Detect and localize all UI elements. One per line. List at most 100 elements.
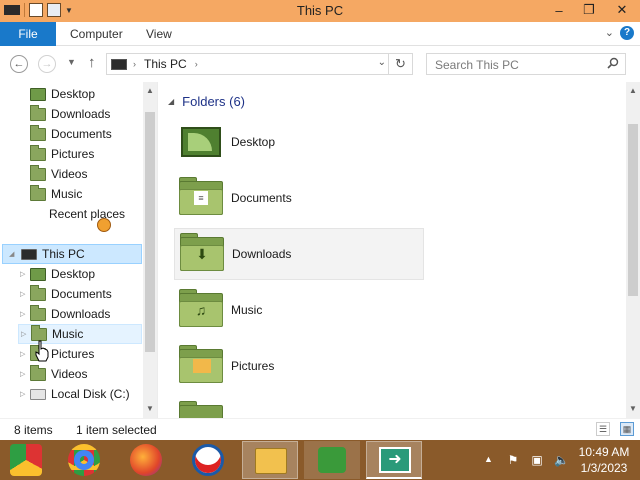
help-icon[interactable]: ? bbox=[620, 26, 634, 40]
music-folder-icon: ♫ bbox=[179, 289, 223, 327]
nav-favorite-desktop[interactable]: Desktop bbox=[30, 84, 95, 104]
collapse-icon[interactable]: ◢ bbox=[9, 250, 19, 258]
scroll-down-icon[interactable]: ▼ bbox=[143, 402, 157, 416]
nav-favorite-pictures[interactable]: Pictures bbox=[30, 144, 94, 164]
folder-label: Documents bbox=[231, 191, 292, 205]
nav-item-label: Documents bbox=[51, 127, 112, 141]
firefox-icon[interactable] bbox=[130, 444, 162, 476]
scroll-up-icon[interactable]: ▲ bbox=[626, 84, 640, 98]
nav-item-label: Downloads bbox=[51, 107, 111, 121]
scrollbar-thumb[interactable] bbox=[628, 124, 638, 296]
nav-favorite-music[interactable]: Music bbox=[30, 184, 82, 204]
volume-icon[interactable]: 🔈 bbox=[554, 453, 569, 467]
clock-date: 1/3/2023 bbox=[580, 461, 628, 475]
forward-icon[interactable]: → bbox=[38, 55, 56, 73]
refresh-icon[interactable]: ↻ bbox=[388, 54, 412, 74]
collapse-group-icon[interactable]: ◢ bbox=[168, 97, 174, 106]
expand-icon[interactable]: ▷ bbox=[20, 370, 30, 378]
breadcrumb[interactable]: This PC bbox=[144, 57, 187, 71]
navigation-pane-scrollbar[interactable]: ▲ ▼ bbox=[143, 82, 157, 418]
scrollbar-thumb[interactable] bbox=[145, 112, 155, 352]
computer-icon bbox=[21, 248, 37, 260]
folder-tile-downloads[interactable]: ⬇ Downloads bbox=[174, 228, 424, 280]
downloads-folder-icon: ⬇ bbox=[180, 233, 224, 271]
network-icon[interactable]: ▣ bbox=[530, 453, 544, 467]
hard-disk-icon bbox=[30, 388, 46, 400]
downloads-folder-icon bbox=[30, 304, 46, 321]
scroll-down-icon[interactable]: ▼ bbox=[626, 402, 640, 416]
expand-icon[interactable]: ▷ bbox=[20, 350, 30, 358]
nav-favorite-recent-places[interactable]: Recent places bbox=[30, 204, 125, 232]
expand-icon[interactable]: ▷ bbox=[21, 330, 31, 338]
nav-item-label: Documents bbox=[51, 287, 112, 301]
details-view-icon[interactable]: ☰ bbox=[596, 422, 610, 436]
pictures-folder-icon bbox=[30, 144, 46, 161]
folder-tile-pictures[interactable]: Pictures bbox=[174, 340, 424, 392]
nav-this-pc[interactable]: ◢ This PC bbox=[2, 244, 142, 264]
documents-folder-icon: ≡ bbox=[179, 177, 223, 215]
nav-favorite-downloads[interactable]: Downloads bbox=[30, 104, 110, 124]
expand-icon[interactable]: ▷ bbox=[20, 310, 30, 318]
maximize-icon[interactable]: ❐ bbox=[574, 0, 604, 20]
expand-icon[interactable]: ▷ bbox=[20, 290, 30, 298]
nav-item-label: Pictures bbox=[51, 147, 95, 161]
file-explorer-icon bbox=[255, 448, 287, 474]
search-input[interactable]: Search This PC bbox=[426, 53, 626, 75]
taskbar-file-explorer[interactable] bbox=[242, 441, 298, 479]
minimize-icon[interactable]: – bbox=[544, 0, 574, 20]
group-header-label: Folders (6) bbox=[182, 94, 246, 109]
nav-favorite-documents[interactable]: Documents bbox=[30, 124, 112, 144]
folder-icon bbox=[179, 401, 223, 418]
taskbar-network-users[interactable] bbox=[304, 441, 360, 479]
network-users-icon bbox=[318, 447, 346, 473]
title-bar: ▼ This PC – ❐ ✕ bbox=[0, 0, 640, 22]
group-header[interactable]: ◢ Folders (6) bbox=[168, 94, 245, 109]
breadcrumb-chevron-icon[interactable]: › bbox=[195, 59, 198, 69]
nav-pc-pictures[interactable]: ▷ Pictures bbox=[20, 344, 94, 364]
taskbar-remote-desktop[interactable]: ➜ bbox=[366, 441, 422, 479]
expand-icon[interactable]: ▷ bbox=[20, 390, 30, 398]
nav-favorite-videos[interactable]: Videos bbox=[30, 164, 87, 184]
folder-tile-partial[interactable] bbox=[174, 396, 424, 418]
expand-ribbon-icon[interactable]: ⌄ bbox=[605, 26, 614, 39]
content-pane-scrollbar[interactable]: ▲ ▼ bbox=[626, 82, 640, 418]
tab-view[interactable]: View bbox=[146, 27, 172, 41]
breadcrumb-chevron-icon[interactable]: › bbox=[133, 59, 136, 69]
recent-locations-icon[interactable]: ▼ bbox=[67, 57, 76, 67]
folder-tile-music[interactable]: ♫ Music bbox=[174, 284, 424, 336]
chrome-icon[interactable] bbox=[68, 444, 100, 476]
close-icon[interactable]: ✕ bbox=[604, 0, 640, 20]
search-icon[interactable] bbox=[607, 57, 619, 69]
search-placeholder: Search This PC bbox=[435, 58, 519, 72]
nav-pc-desktop[interactable]: ▷ Desktop bbox=[20, 264, 95, 284]
address-history-icon[interactable]: ⌄ bbox=[378, 57, 386, 68]
nav-pc-videos[interactable]: ▷ Videos bbox=[20, 364, 87, 384]
clock[interactable]: 10:49 AM 1/3/2023 bbox=[574, 444, 634, 476]
folder-tile-documents[interactable]: ≡ Documents bbox=[174, 172, 424, 224]
tab-computer[interactable]: Computer bbox=[70, 27, 123, 41]
content-pane: ◢ Folders (6) Desktop ≡ Documents ⬇ Down… bbox=[160, 82, 626, 418]
chrome-icon[interactable] bbox=[10, 444, 42, 476]
address-bar[interactable]: › This PC › ⌄ ↻ bbox=[106, 53, 413, 75]
desktop-icon bbox=[30, 267, 46, 281]
show-hidden-icons-icon[interactable]: ▲ bbox=[484, 454, 493, 464]
folder-label: Downloads bbox=[232, 247, 292, 261]
nav-pc-downloads[interactable]: ▷ Downloads bbox=[20, 304, 110, 324]
scroll-up-icon[interactable]: ▲ bbox=[143, 84, 157, 98]
music-folder-icon bbox=[30, 184, 46, 201]
expand-icon[interactable]: ▷ bbox=[20, 270, 30, 278]
up-icon[interactable]: ↑ bbox=[88, 54, 96, 71]
folder-tile-desktop[interactable]: Desktop bbox=[174, 116, 424, 168]
large-icons-view-icon[interactable]: ▦ bbox=[620, 422, 634, 436]
nav-item-label: Desktop bbox=[51, 87, 96, 101]
recent-places-icon bbox=[97, 218, 111, 232]
music-folder-icon bbox=[31, 324, 47, 341]
obama-logo-icon[interactable] bbox=[192, 444, 224, 476]
nav-pc-local-disk[interactable]: ▷ Local Disk (C:) bbox=[20, 384, 130, 404]
tab-file[interactable]: File bbox=[0, 22, 56, 46]
flag-icon[interactable]: ⚑ bbox=[506, 453, 520, 467]
nav-pc-documents[interactable]: ▷ Documents bbox=[20, 284, 112, 304]
back-icon[interactable]: ← bbox=[10, 55, 28, 73]
window-controls: – ❐ ✕ bbox=[544, 0, 640, 20]
nav-item-label: Videos bbox=[51, 367, 88, 381]
